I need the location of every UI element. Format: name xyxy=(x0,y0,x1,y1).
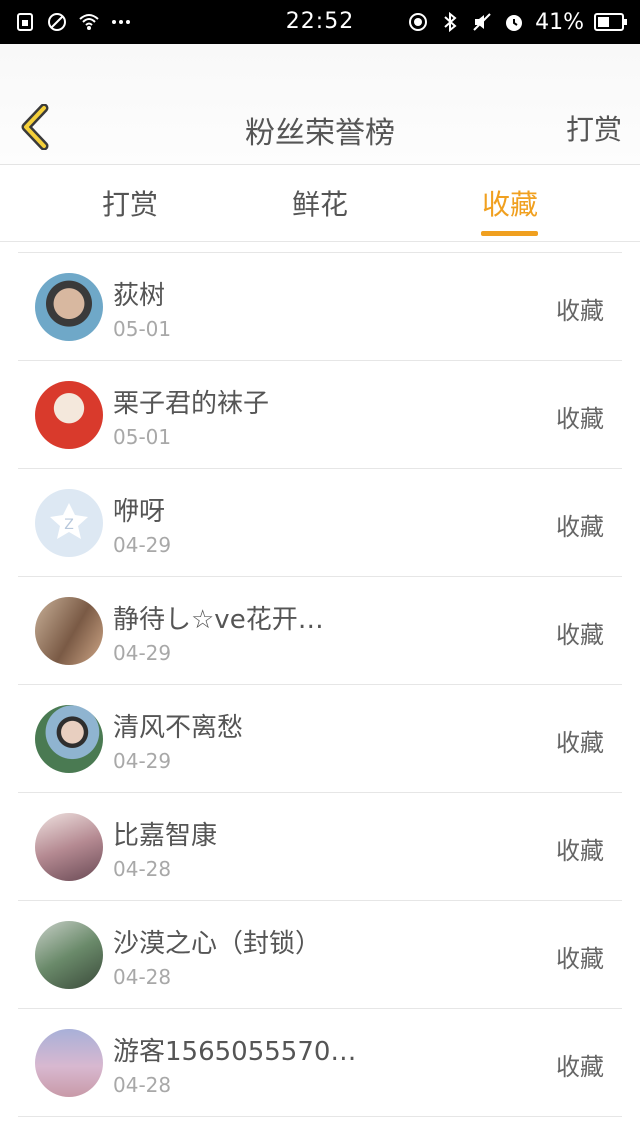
fan-date: 04-28 xyxy=(113,1073,172,1097)
favorite-label: 收藏 xyxy=(556,297,604,325)
status-right-icons: 41% xyxy=(407,8,628,36)
tab-bar: 打赏 鲜花 收藏 xyxy=(0,165,640,242)
fan-name: 咿呀 xyxy=(113,497,166,527)
fan-list: 荻树 05-01 收藏 栗子君的袜子 05-01 收藏 Z 咿呀 04-29 收… xyxy=(18,252,622,1117)
fan-date: 04-28 xyxy=(113,857,172,881)
favorite-label: 收藏 xyxy=(556,621,604,649)
default-avatar-icon: Z xyxy=(50,503,88,539)
list-item[interactable]: 比嘉智康 04-28 收藏 xyxy=(18,793,622,901)
fan-name: 栗子君的袜子 xyxy=(113,389,270,419)
fan-name: 比嘉智康 xyxy=(113,821,218,851)
fan-name: 沙漠之心（封锁） xyxy=(113,929,322,959)
top-nav-bar: 粉丝荣誉榜 打赏 xyxy=(0,44,640,165)
avatar xyxy=(35,705,103,773)
status-bar: 22:52 41% xyxy=(0,0,640,44)
fan-date: 04-29 xyxy=(113,533,172,557)
fan-name: 荻树 xyxy=(113,281,166,311)
fan-date: 05-01 xyxy=(113,317,172,341)
avatar: Z xyxy=(35,489,103,557)
active-tab-indicator xyxy=(481,231,538,236)
fan-date: 04-29 xyxy=(113,641,172,665)
favorite-label: 收藏 xyxy=(556,1053,604,1081)
fan-name: 静待し☆ve花开… xyxy=(113,605,324,635)
alarm-icon xyxy=(506,15,523,31)
list-item[interactable]: 清风不离愁 04-29 收藏 xyxy=(18,685,622,793)
favorite-label: 收藏 xyxy=(556,945,604,973)
fan-date: 04-28 xyxy=(113,965,172,989)
list-item[interactable]: Z 咿呀 04-29 收藏 xyxy=(18,469,622,577)
avatar xyxy=(35,1029,103,1097)
favorite-label: 收藏 xyxy=(556,405,604,433)
svg-text:Z: Z xyxy=(64,517,74,533)
favorite-label: 收藏 xyxy=(556,729,604,757)
page-title: 粉丝荣誉榜 xyxy=(245,116,395,151)
avatar xyxy=(35,273,103,341)
avatar xyxy=(35,921,103,989)
favorite-label: 收藏 xyxy=(556,837,604,865)
list-item[interactable]: 栗子君的袜子 05-01 收藏 xyxy=(18,361,622,469)
list-item[interactable]: 游客1565055570… 04-28 收藏 xyxy=(18,1009,622,1117)
list-item[interactable]: 沙漠之心（封锁） 04-28 收藏 xyxy=(18,901,622,1009)
tab-favorites[interactable]: 收藏 xyxy=(460,165,560,241)
fan-date: 05-01 xyxy=(113,425,172,449)
favorite-label: 收藏 xyxy=(556,513,604,541)
location-icon xyxy=(409,13,428,31)
mute-icon xyxy=(473,13,491,31)
battery-percent: 41% xyxy=(535,9,584,35)
avatar xyxy=(35,381,103,449)
reward-button[interactable]: 打赏 xyxy=(566,108,622,148)
list-item[interactable]: 荻树 05-01 收藏 xyxy=(18,253,622,361)
fan-name: 清风不离愁 xyxy=(113,713,244,743)
fan-name: 游客1565055570… xyxy=(113,1037,357,1067)
tab-reward[interactable]: 打赏 xyxy=(80,165,180,241)
list-item[interactable]: 静待し☆ve花开… 04-29 收藏 xyxy=(18,577,622,685)
battery-icon xyxy=(594,13,627,31)
avatar xyxy=(35,597,103,665)
avatar xyxy=(35,813,103,881)
fan-date: 04-29 xyxy=(113,749,172,773)
tab-flowers[interactable]: 鲜花 xyxy=(270,165,370,241)
bluetooth-icon xyxy=(444,11,457,33)
